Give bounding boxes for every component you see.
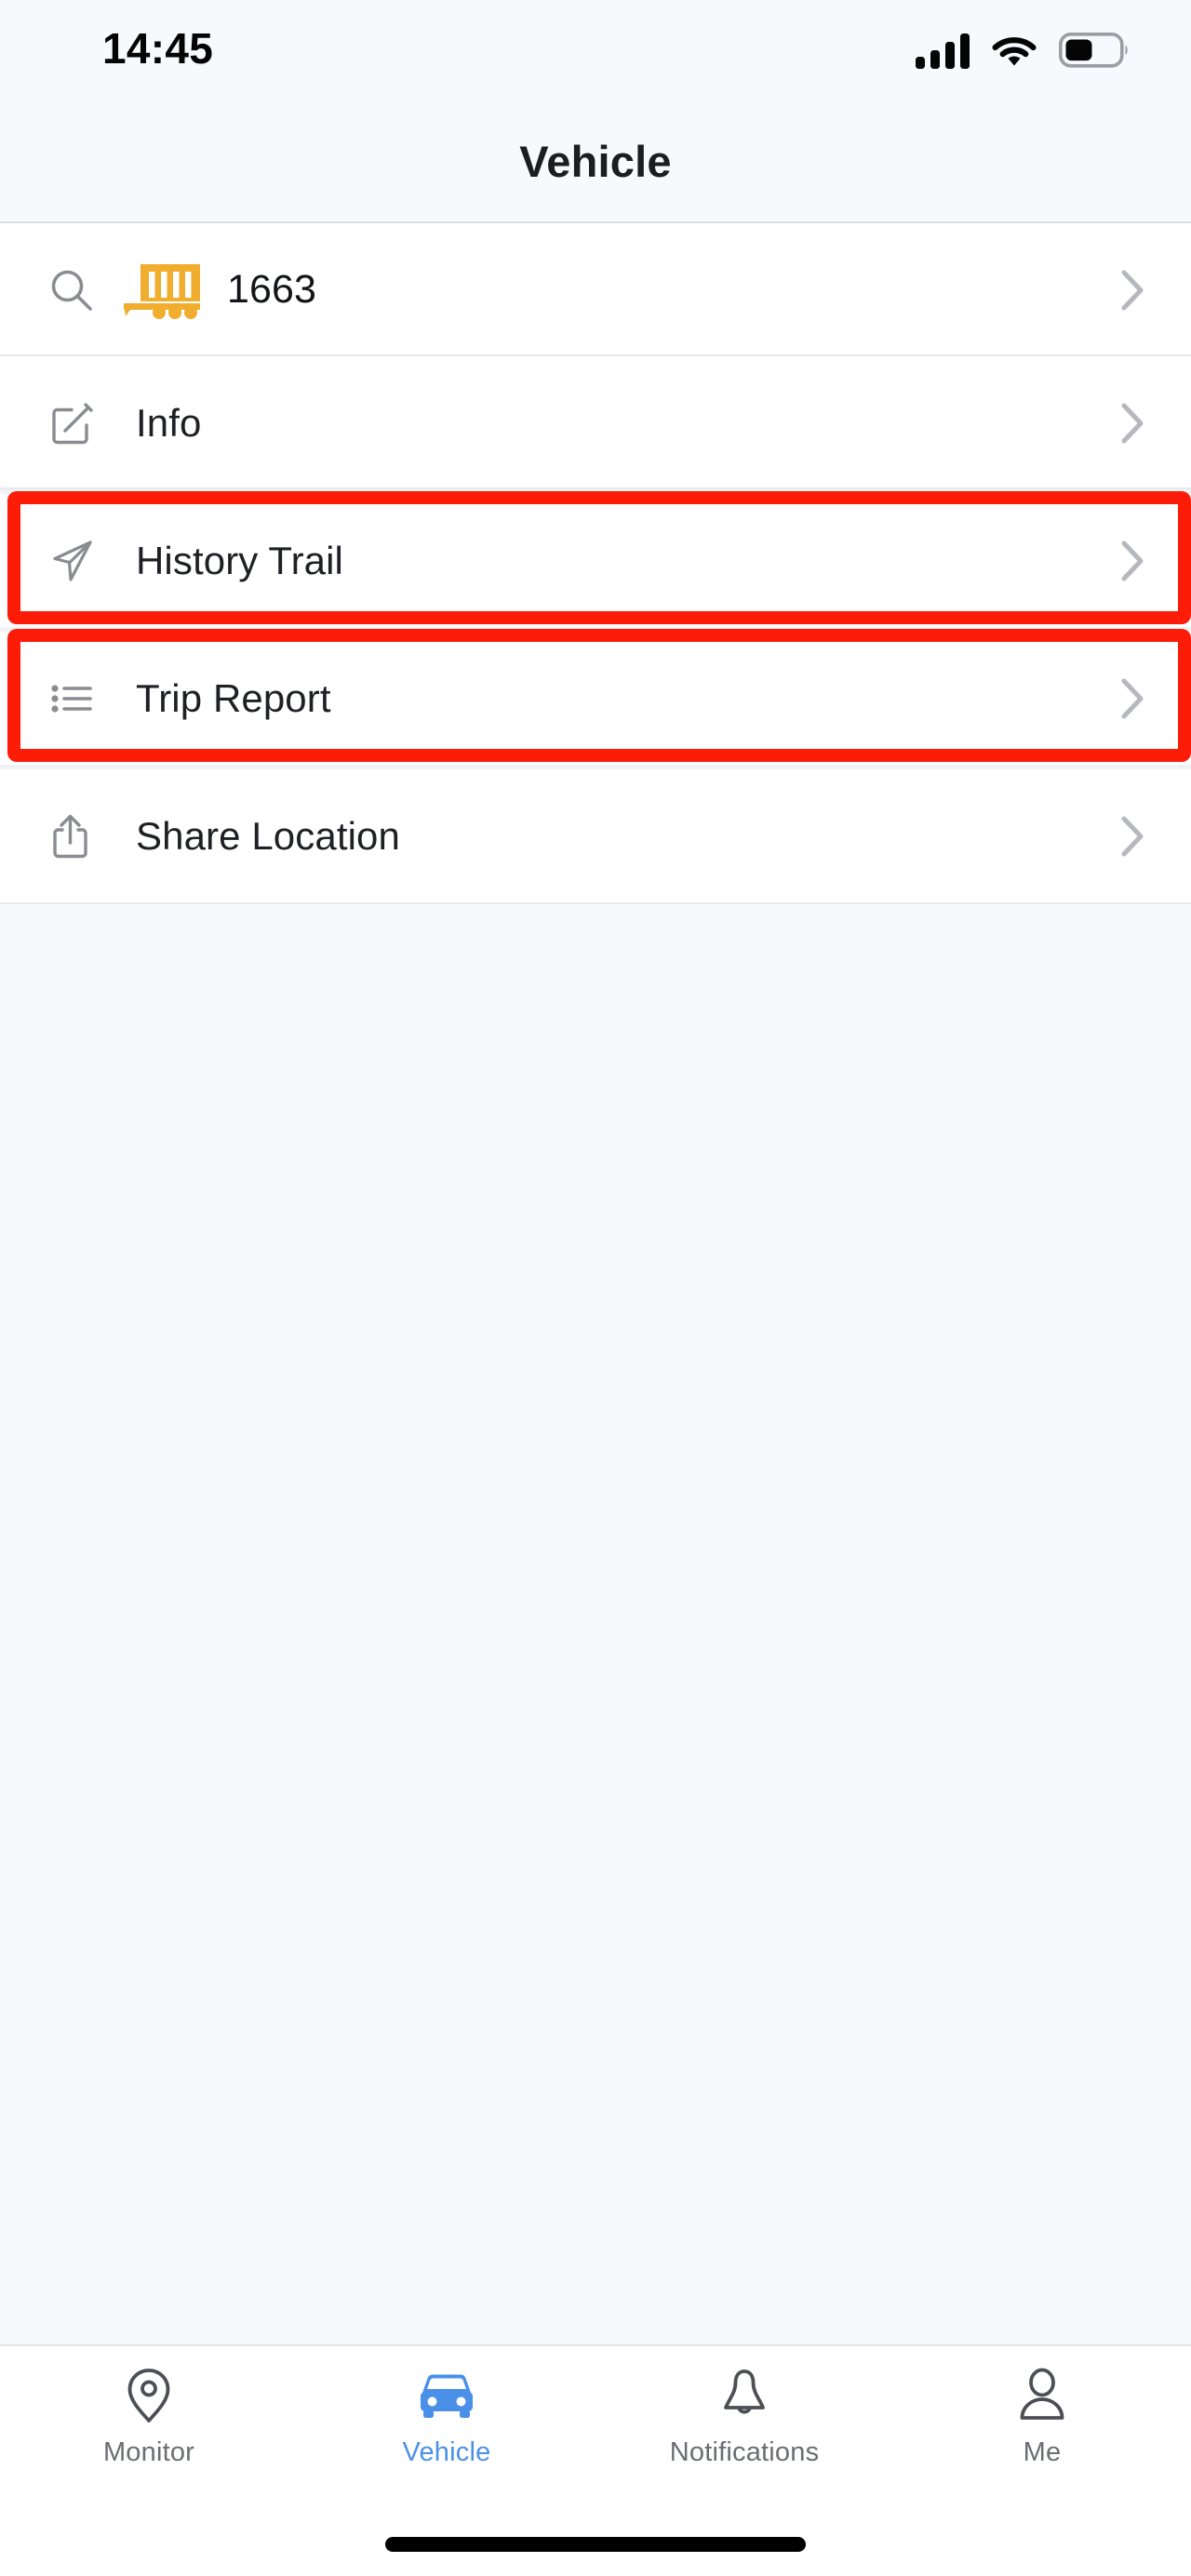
list-item-label-info: Info	[136, 400, 202, 445]
list-item-label-share-location: Share Location	[136, 813, 400, 858]
list-item-share-location[interactable]: Share Location	[0, 769, 1191, 902]
status-bar-clock: 14:45	[102, 24, 214, 73]
tab-me[interactable]: Me	[893, 2367, 1191, 2468]
list-item-label-history-trail: History Trail	[136, 538, 343, 582]
list-item-trip-report[interactable]: Trip Report	[0, 632, 1191, 765]
tab-label-notifications: Notifications	[669, 2437, 820, 2467]
livestock-trailer-icon	[119, 260, 210, 320]
home-indicator-area	[0, 2512, 1191, 2576]
chevron-right-icon[interactable]	[1117, 674, 1154, 724]
search-icon	[37, 267, 106, 314]
tab-label-me: Me	[1023, 2437, 1062, 2467]
chevron-right-icon[interactable]	[1117, 536, 1154, 586]
phone-screen: 14:45 Vehicle 1663 Info History Trail Tr…	[0, 0, 1191, 2576]
tab-label-vehicle: Vehicle	[402, 2437, 491, 2467]
list-item-vehicle-search[interactable]: 1663	[0, 223, 1191, 356]
map-pin-icon	[122, 2367, 176, 2424]
chevron-right-icon[interactable]	[1117, 398, 1154, 448]
wifi-icon	[992, 37, 1037, 66]
cellular-signal-icon	[916, 33, 970, 69]
tab-vehicle[interactable]: Vehicle	[298, 2367, 596, 2468]
person-icon	[1015, 2367, 1069, 2424]
tab-label-monitor: Monitor	[102, 2437, 195, 2467]
car-front-icon	[416, 2367, 477, 2424]
chevron-right-icon[interactable]	[1117, 811, 1154, 861]
home-indicator[interactable]	[385, 2536, 806, 2552]
status-bar: 14:45	[0, 0, 1191, 100]
tab-monitor[interactable]: Monitor	[0, 2367, 298, 2468]
page-title: Vehicle	[519, 136, 672, 186]
nav-header: Vehicle	[0, 100, 1191, 223]
list-item-info[interactable]: Info	[0, 356, 1191, 489]
tab-notifications[interactable]: Notifications	[596, 2367, 893, 2468]
bell-icon	[716, 2367, 772, 2424]
battery-icon	[1059, 33, 1128, 68]
vehicle-menu-list: 1663 Info History Trail Trip Report Shar…	[0, 223, 1191, 902]
status-bar-indicators	[916, 32, 1130, 69]
edit-square-icon	[37, 400, 106, 447]
empty-content-area	[0, 902, 1191, 2344]
chevron-right-icon[interactable]	[1117, 265, 1154, 315]
share-up-icon	[37, 812, 106, 861]
list-item-history-trail[interactable]: History Trail	[0, 494, 1191, 627]
navigation-arrow-icon	[37, 536, 106, 586]
bottom-tab-bar: Monitor Vehicle Notifications Me	[0, 2344, 1191, 2512]
list-item-label-trip-report: Trip Report	[136, 675, 331, 720]
vehicle-plate-label: 1663	[227, 267, 317, 312]
bulleted-list-icon	[37, 675, 106, 722]
